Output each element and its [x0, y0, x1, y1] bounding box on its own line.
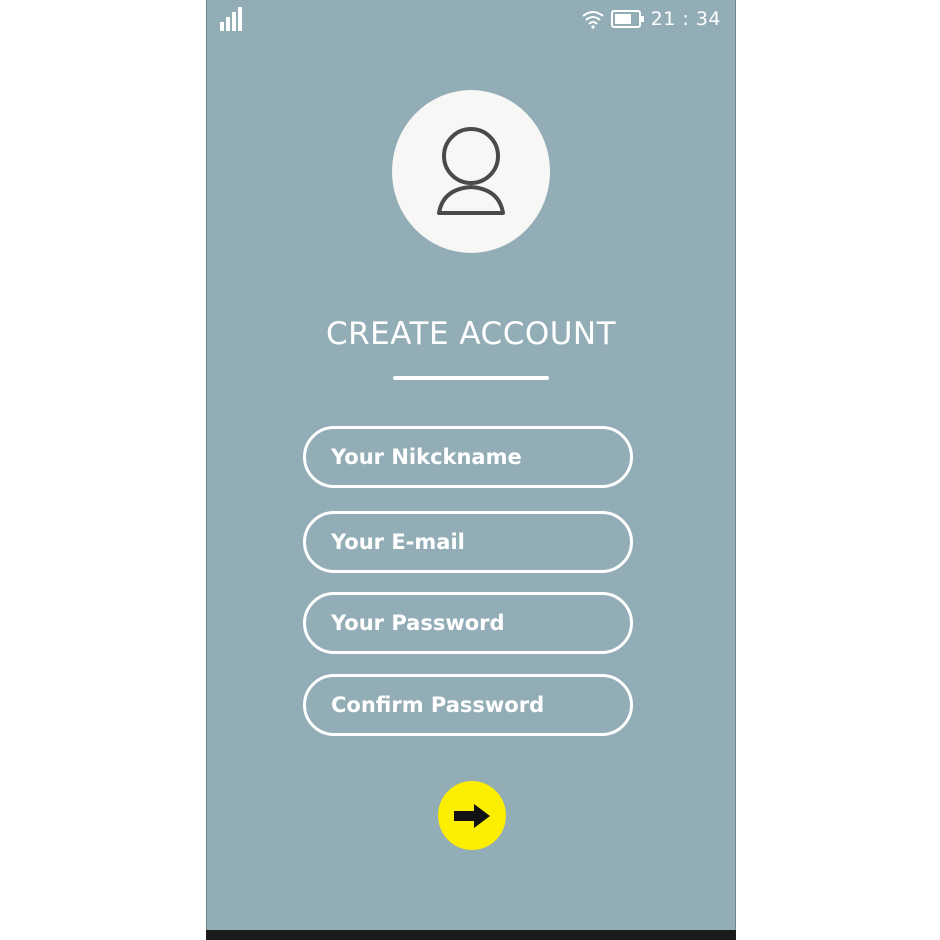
status-right: 21 : 34	[581, 8, 721, 30]
submit-button[interactable]	[438, 781, 506, 850]
phone-screen: 21 : 34 CREATE ACCOUNT	[206, 0, 736, 930]
page-title: CREATE ACCOUNT	[325, 316, 617, 352]
bottom-bar	[206, 930, 736, 940]
user-icon	[437, 126, 505, 215]
password-field[interactable]	[303, 592, 633, 654]
battery-icon	[610, 10, 644, 28]
title-underline	[393, 376, 549, 380]
wifi-icon	[582, 11, 604, 29]
signal-icon	[220, 7, 242, 31]
nickname-field[interactable]	[303, 426, 633, 488]
avatar[interactable]	[392, 90, 550, 253]
confirm-password-field[interactable]	[303, 674, 633, 736]
clock: 21 : 34	[650, 8, 721, 30]
status-bar: 21 : 34	[207, 0, 735, 44]
email-field[interactable]	[303, 511, 633, 573]
arrow-right-icon	[454, 803, 490, 828]
